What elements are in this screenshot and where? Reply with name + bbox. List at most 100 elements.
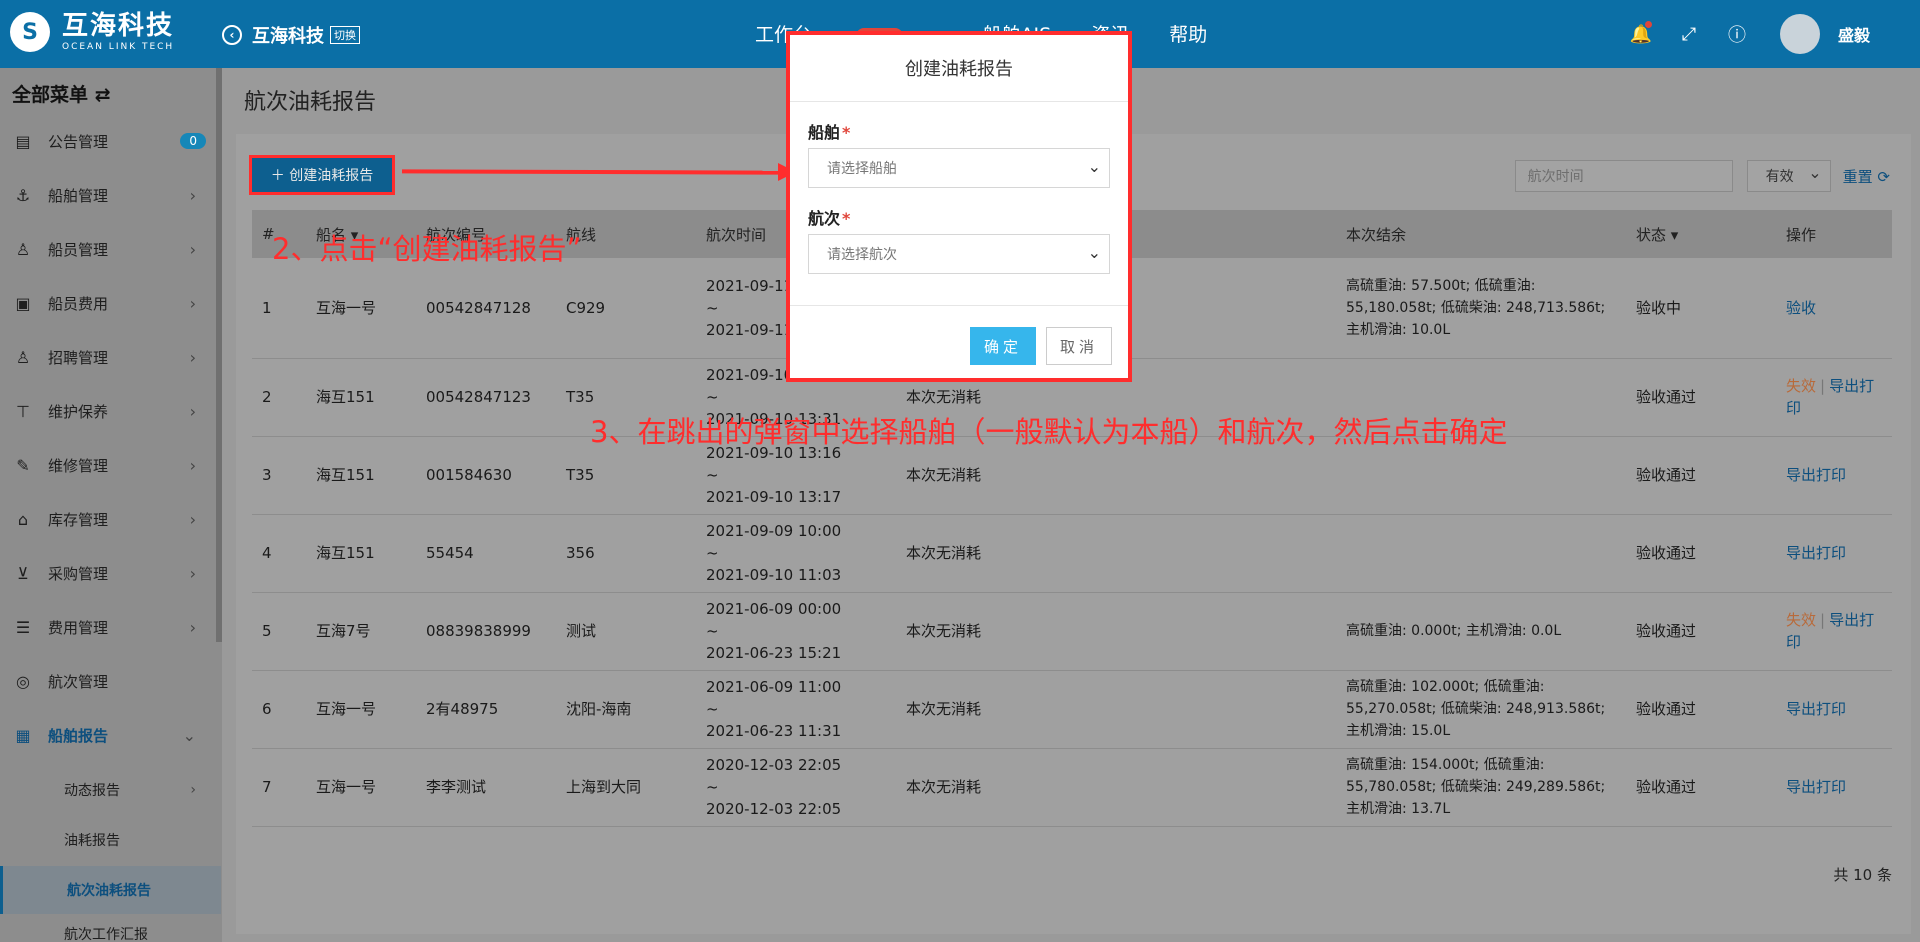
cell-balance: 高硫重油: 0.000t; 主机滑油: 0.0L bbox=[1346, 623, 1562, 639]
cell-route: 356 bbox=[566, 544, 595, 562]
cell-actions: 导出打印 bbox=[1776, 514, 1892, 592]
logo-title: 互海科技 bbox=[62, 10, 175, 41]
back-arrow-icon: ‹ bbox=[222, 25, 242, 45]
sidebar-item-maintenance[interactable]: ⊤ 维护保养 › bbox=[0, 384, 218, 438]
create-oil-report-button[interactable]: ＋ 创建油耗报告 bbox=[249, 155, 395, 195]
sidebar: 全部菜单 ⇄ ▤ 公告管理 0 ⚓ 船舶管理 › ♙ 船员管理 › ▣ 船员费用 › ♙ 招聘管理… bbox=[0, 68, 222, 942]
filter-bar: 航次时间 有效 重置 ⟳ bbox=[1514, 160, 1890, 192]
cell-ship: 海互151 bbox=[316, 466, 375, 484]
logo[interactable]: S 互海科技 OCEAN LINK TECH bbox=[10, 12, 174, 52]
plus-icon: ＋ bbox=[270, 168, 285, 184]
chevron-right-icon: › bbox=[189, 185, 196, 205]
cell-status: 验收通过 bbox=[1636, 778, 1697, 796]
export-print-link[interactable]: 导出打印 bbox=[1786, 778, 1846, 796]
sidebar-item-repair[interactable]: ✎ 维修管理 › bbox=[0, 438, 218, 492]
sidebar-item-ship[interactable]: ⚓ 船舶管理 › bbox=[0, 168, 218, 222]
sidebar-item-stock[interactable]: ⌂ 库存管理 › bbox=[0, 492, 218, 546]
sidebar-item-expense[interactable]: ☰ 费用管理 › bbox=[0, 600, 218, 654]
voyage-select[interactable]: 请选择航次 ⌄ bbox=[808, 234, 1110, 274]
cell-code: 08839838999 bbox=[426, 622, 531, 640]
sidebar-item-recruit[interactable]: ♙ 招聘管理 › bbox=[0, 330, 218, 384]
cell-index: 4 bbox=[262, 544, 272, 562]
sidebar-sub-oil-report[interactable]: 油耗报告 bbox=[0, 816, 218, 864]
invalidate-link[interactable]: 失效 bbox=[1786, 611, 1816, 629]
cell-actions: 导出打印 bbox=[1776, 436, 1892, 514]
sidebar-item-crew[interactable]: ♙ 船员管理 › bbox=[0, 222, 218, 276]
export-print-link[interactable]: 导出打印 bbox=[1786, 466, 1846, 484]
status-select[interactable]: 有效 bbox=[1746, 160, 1831, 192]
cell-actions: 验收 bbox=[1776, 258, 1892, 358]
user-icon: ♙ bbox=[15, 239, 31, 259]
cell-ship: 海互151 bbox=[316, 544, 375, 562]
ship-label: 船舶 * bbox=[808, 123, 851, 142]
col-status[interactable]: 状态 ▾ bbox=[1626, 210, 1776, 258]
logo-subtitle: OCEAN LINK TECH bbox=[62, 41, 175, 52]
cell-ship: 互海一号 bbox=[316, 700, 377, 718]
confirm-button[interactable]: 确定 bbox=[970, 327, 1036, 365]
cell-code: 55454 bbox=[426, 544, 474, 562]
export-print-link[interactable]: 导出打印 bbox=[1786, 700, 1846, 718]
cart-icon: ⊻ bbox=[17, 563, 29, 583]
cell-index: 5 bbox=[262, 622, 272, 640]
sidebar-item-notice[interactable]: ▤ 公告管理 0 bbox=[0, 114, 218, 168]
nav-help[interactable]: 帮助 bbox=[1169, 20, 1207, 47]
cell-code: 00542847128 bbox=[426, 298, 531, 317]
sidebar-item-ship-report[interactable]: ▦ 船舶报告 ⌄ bbox=[0, 708, 218, 762]
cell-actions: 导出打印 bbox=[1776, 670, 1892, 748]
chevron-right-icon: › bbox=[190, 782, 196, 798]
cell-index: 3 bbox=[262, 466, 272, 484]
col-actions: 操作 bbox=[1786, 225, 1817, 244]
calendar-icon: ▦ bbox=[15, 725, 31, 745]
ship-select[interactable]: 请选择船舶 ⌄ bbox=[808, 148, 1110, 188]
cell-consume: 本次无消耗 bbox=[906, 622, 982, 640]
globe-icon: ◎ bbox=[16, 671, 30, 691]
reset-button[interactable]: 重置 ⟳ bbox=[1843, 166, 1890, 187]
cell-time: 2021-09-09 10:00 ~2021-09-10 11:03 bbox=[706, 522, 842, 584]
cell-status: 验收通过 bbox=[1636, 622, 1697, 640]
cell-status: 验收通过 bbox=[1636, 700, 1697, 718]
cell-status: 验收通过 bbox=[1636, 544, 1697, 562]
notice-count-badge: 0 bbox=[180, 133, 206, 149]
sidebar-item-voyage[interactable]: ◎ 航次管理 bbox=[0, 654, 218, 708]
accept-link[interactable]: 验收 bbox=[1786, 299, 1816, 317]
annotation-step-2: 2、点击“创建油耗报告” bbox=[272, 232, 582, 266]
table-row: 7 互海一号 李李测试 上海到大同 2020-12-03 22:05 ~2020-12-0… bbox=[252, 748, 1892, 826]
logo-mark: S bbox=[10, 12, 50, 52]
chevron-down-icon: ⌄ bbox=[182, 725, 196, 745]
cancel-button[interactable]: 取消 bbox=[1046, 327, 1112, 365]
help-icon[interactable]: ⓘ bbox=[1724, 21, 1750, 47]
refresh-icon: ⟳ bbox=[1877, 167, 1890, 186]
cell-ship: 互海一号 bbox=[316, 298, 377, 317]
voyage-time-input[interactable]: 航次时间 bbox=[1514, 160, 1733, 192]
cell-index: 7 bbox=[262, 778, 272, 796]
cell-actions: 导出打印 bbox=[1776, 748, 1892, 826]
user-name[interactable]: 盛毅 bbox=[1838, 22, 1870, 46]
cell-time: 2020-12-03 22:05 ~2020-12-03 22:05 bbox=[706, 756, 842, 818]
cell-ship: 互海一号 bbox=[316, 778, 377, 796]
avatar[interactable] bbox=[1779, 14, 1820, 54]
cell-code: 2有48975 bbox=[426, 700, 499, 718]
switch-button[interactable]: 切换 bbox=[330, 26, 360, 44]
sidebar-sub-dynamic-report[interactable]: 动态报告 › bbox=[0, 766, 218, 814]
cell-index: 2 bbox=[262, 388, 272, 406]
export-print-link[interactable]: 导出打印 bbox=[1786, 544, 1846, 562]
book-icon: ▤ bbox=[15, 131, 31, 151]
sidebar-item-crew-fee[interactable]: ▣ 船员费用 › bbox=[0, 276, 218, 330]
sidebar-sub-voyage-oil-report[interactable]: 航次油耗报告 bbox=[0, 866, 221, 914]
anchor-icon: ⚓ bbox=[15, 185, 31, 205]
table-row: 6 互海一号 2有48975 沈阳-海南 2021-06-09 11:00 ~2021-0… bbox=[252, 670, 1892, 748]
sidebar-item-purchase[interactable]: ⊻ 采购管理 › bbox=[0, 546, 218, 600]
notification-dot bbox=[1644, 21, 1652, 28]
cell-code: 00542847123 bbox=[426, 388, 531, 406]
create-report-dialog: 创建油耗报告 船舶 * 请选择船舶 ⌄ 航次 * 请选择航次 ⌄ 确定 取消 bbox=[786, 31, 1132, 382]
bell-icon[interactable]: 🔔 bbox=[1628, 21, 1654, 47]
invalidate-link[interactable]: 失效 bbox=[1786, 377, 1816, 395]
sidebar-title[interactable]: 全部菜单 ⇄ bbox=[12, 80, 111, 107]
back-link[interactable]: ‹ 互海科技 切换 bbox=[222, 22, 360, 48]
sidebar-sub-voyage-work-report[interactable]: 航次工作汇报 bbox=[0, 916, 218, 942]
cell-balance: 高硫重油: 102.000t; 低硫重油: 55,270.058t; 低硫柴油:… bbox=[1346, 679, 1606, 739]
cell-actions: 失效 | 导出打印 bbox=[1786, 377, 1875, 417]
fullscreen-icon[interactable]: ⤢ bbox=[1676, 21, 1702, 47]
cell-route: 沈阳-海南 bbox=[566, 700, 632, 718]
cell-consume: 本次无消耗 bbox=[906, 700, 982, 718]
